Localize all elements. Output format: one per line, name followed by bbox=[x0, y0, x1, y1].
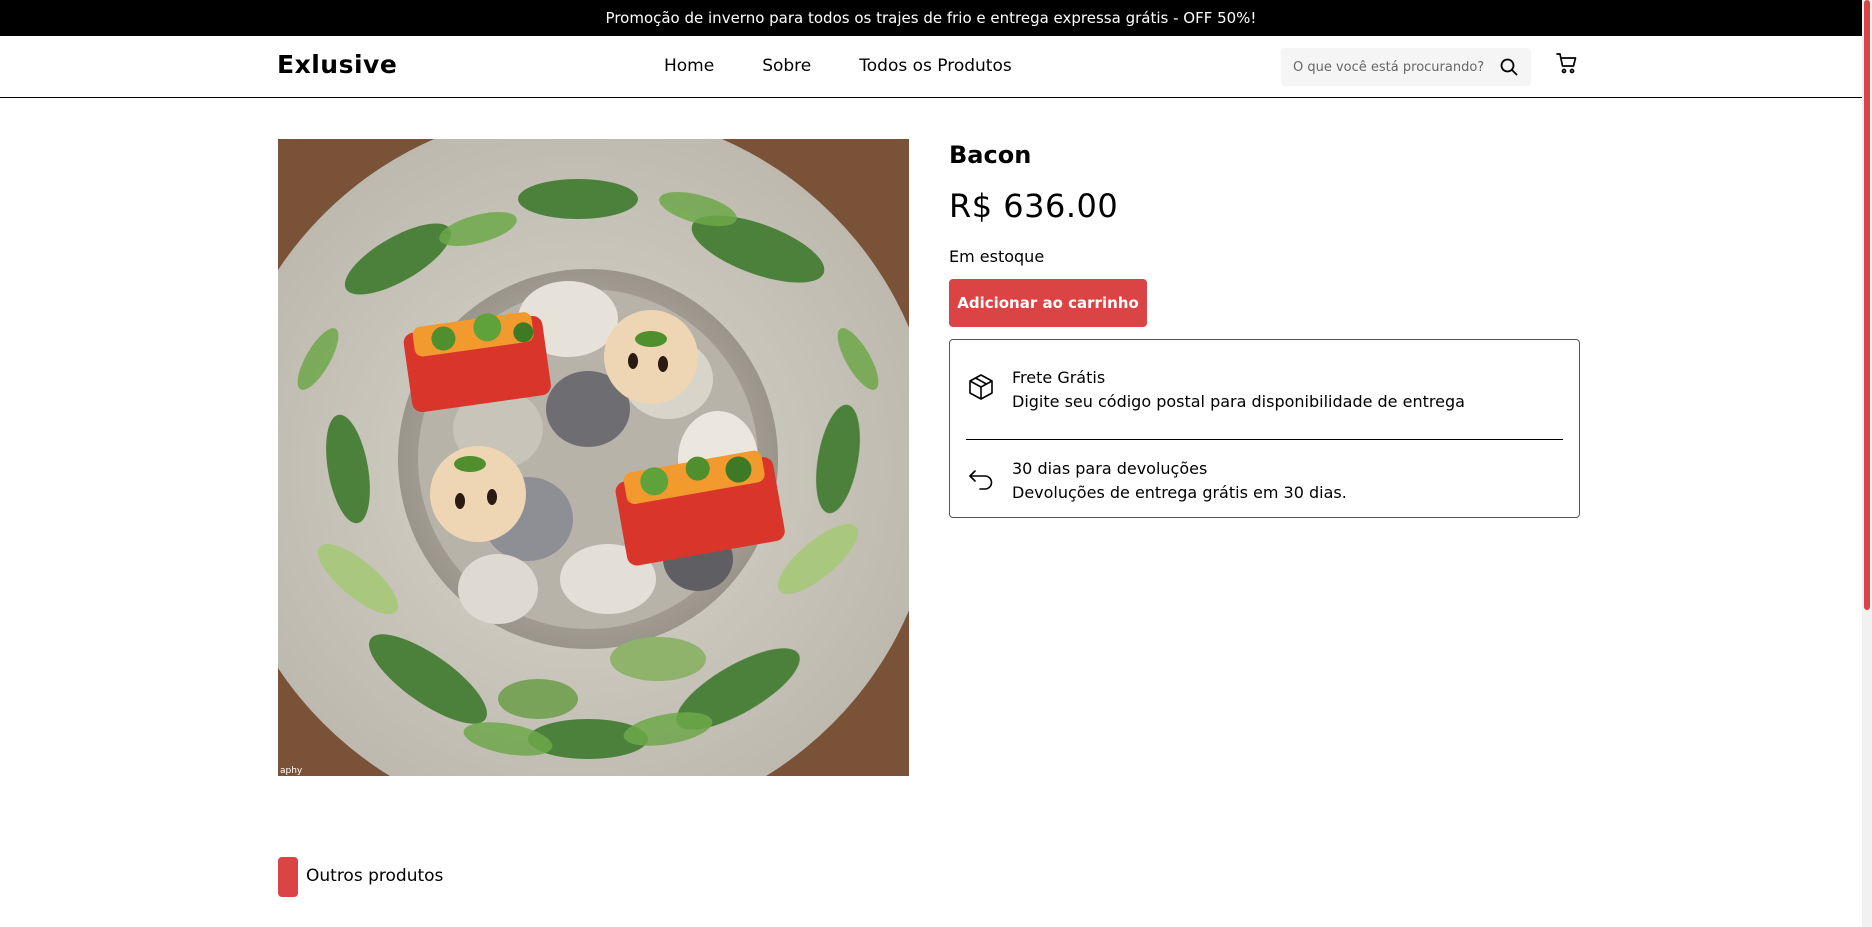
cart-icon[interactable] bbox=[1555, 51, 1579, 75]
scrollbar-thumb[interactable] bbox=[1864, 0, 1870, 610]
promo-bar: Promoção de inverno para todos os trajes… bbox=[0, 0, 1862, 36]
delivery-info-box: Frete Grátis Digite seu código postal pa… bbox=[949, 339, 1580, 518]
product-details: Bacon R$ 636.00 Em estoque Adicionar ao … bbox=[949, 141, 1580, 518]
logo[interactable]: Exlusive bbox=[277, 50, 397, 79]
product-image: aphy bbox=[278, 139, 909, 776]
search-icon[interactable] bbox=[1499, 57, 1519, 77]
search-input[interactable] bbox=[1293, 59, 1499, 75]
main-nav: Home Sobre Todos os Produtos bbox=[664, 56, 1012, 76]
scrollbar[interactable] bbox=[1862, 0, 1872, 927]
search-box bbox=[1281, 48, 1531, 86]
returns-row: 30 dias para devoluções Devoluções de en… bbox=[966, 440, 1563, 505]
product-price: R$ 636.00 bbox=[949, 187, 1119, 225]
stock-status: Em estoque bbox=[949, 247, 1045, 266]
free-delivery-desc[interactable]: Digite seu código postal para disponibil… bbox=[1012, 390, 1465, 414]
returns-title: 30 dias para devoluções bbox=[1012, 459, 1208, 478]
nav-about[interactable]: Sobre bbox=[762, 56, 811, 76]
returns-desc: Devoluções de entrega grátis em 30 dias. bbox=[1012, 483, 1347, 502]
product-title: Bacon bbox=[949, 141, 1032, 169]
add-to-cart-button[interactable]: Adicionar ao carrinho bbox=[949, 279, 1147, 327]
package-icon bbox=[966, 372, 996, 402]
nav-all-products[interactable]: Todos os Produtos bbox=[859, 56, 1011, 76]
free-delivery-row: Frete Grátis Digite seu código postal pa… bbox=[966, 340, 1563, 414]
return-arrow-icon bbox=[966, 463, 996, 493]
free-delivery-title: Frete Grátis bbox=[1012, 368, 1106, 387]
other-products-heading: Outros produtos bbox=[306, 866, 444, 886]
image-credit: aphy bbox=[280, 766, 303, 776]
site-header: Exlusive Home Sobre Todos os Produtos bbox=[0, 36, 1862, 98]
nav-home[interactable]: Home bbox=[664, 56, 714, 76]
section-marker bbox=[278, 857, 298, 897]
promo-text: Promoção de inverno para todos os trajes… bbox=[605, 9, 1257, 27]
